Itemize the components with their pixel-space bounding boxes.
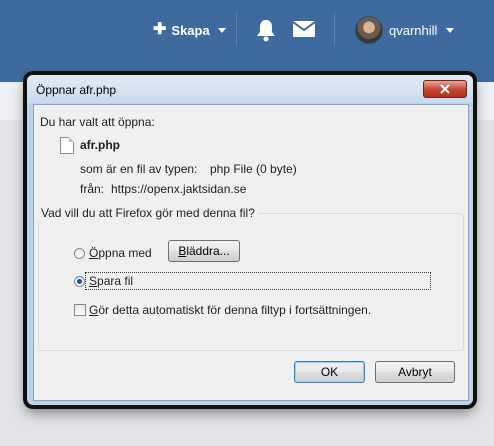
header-divider (334, 12, 335, 46)
file-icon (60, 137, 74, 154)
cancel-button[interactable]: Avbryt (375, 361, 455, 383)
file-name: afr.php (80, 138, 121, 152)
auto-action-checkbox[interactable] (74, 304, 86, 316)
file-type-label: som är en fil av typen: (80, 162, 198, 176)
user-menu[interactable]: qvarnhill (355, 16, 455, 44)
header-divider (236, 12, 237, 46)
focus-outline (85, 272, 431, 290)
open-with-radio[interactable] (74, 248, 85, 259)
chevron-down-icon (446, 27, 455, 33)
avatar (355, 16, 383, 44)
source-url: https://openx.jaktsidan.se (111, 182, 247, 196)
auto-action-label[interactable]: Gör detta automatiskt för denna filtyp i… (89, 303, 371, 317)
close-icon (440, 84, 450, 94)
site-header: ✚ Skapa qvarnhill (0, 0, 494, 82)
username: qvarnhill (389, 22, 438, 38)
download-dialog: Öppnar afr.php Du har valt att öppna: af… (26, 74, 474, 406)
dialog-body: Du har valt att öppna: afr.php som är en… (33, 104, 469, 401)
ok-button[interactable]: OK (294, 361, 365, 383)
create-label: Skapa (171, 22, 210, 38)
chevron-down-icon (217, 27, 226, 33)
intro-text: Du har valt att öppna: (40, 115, 155, 129)
file-type-value: php File (0 byte) (210, 162, 297, 176)
close-button[interactable] (423, 80, 467, 98)
bell-icon[interactable] (255, 18, 277, 45)
save-file-radio[interactable] (74, 276, 85, 287)
browse-button[interactable]: Bläddra... (168, 240, 240, 262)
mail-icon[interactable] (292, 21, 316, 40)
dialog-title: Öppnar afr.php (36, 83, 117, 97)
save-file-label[interactable]: Spara fil (89, 274, 133, 288)
source-label: från: (80, 182, 105, 196)
action-question: Vad vill du att Firefox gör med denna fi… (38, 206, 258, 220)
plus-icon: ✚ (153, 21, 167, 38)
create-menu-button[interactable]: ✚ Skapa (153, 22, 226, 38)
dialog-titlebar[interactable]: Öppnar afr.php (27, 75, 473, 103)
open-with-label[interactable]: Öppna med (89, 246, 152, 260)
